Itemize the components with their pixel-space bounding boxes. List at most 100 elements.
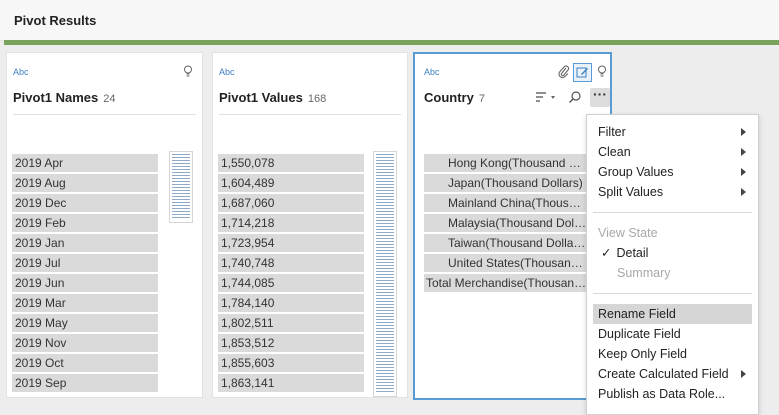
menu-item-group-values[interactable]: Group Values (587, 162, 758, 182)
more-icon: ··· (593, 86, 607, 102)
distribution-bar (376, 286, 394, 287)
value-row[interactable]: 1,723,954 (218, 234, 364, 252)
distribution-bar (376, 199, 394, 200)
distribution-bar (376, 205, 394, 206)
field-name[interactable]: Country 7 (424, 90, 485, 105)
value-row[interactable]: 2019 Jun (12, 274, 158, 292)
value-row[interactable]: 1,550,078 (218, 154, 364, 172)
distribution-bar (376, 172, 394, 173)
edit-icon[interactable] (573, 63, 592, 82)
distribution-bar (172, 193, 190, 194)
menu-item-summary[interactable]: Summary (587, 263, 758, 283)
distribution-bar (172, 205, 190, 206)
value-row[interactable]: Malaysia(Thousand Dollars) (424, 214, 587, 232)
data-type-label[interactable]: Abc (13, 67, 29, 77)
field-count: 24 (103, 93, 116, 105)
lightbulb-icon[interactable] (597, 65, 607, 78)
data-type-label[interactable]: Abc (424, 67, 440, 77)
value-row[interactable]: 1,853,512 (218, 334, 364, 352)
value-row[interactable]: 1,740,748 (218, 254, 364, 272)
distribution-bar (376, 226, 394, 227)
menu-item-clean[interactable]: Clean (587, 142, 758, 162)
distribution-bar (172, 166, 190, 167)
distribution-bar (376, 163, 394, 164)
value-row[interactable]: 2019 Aug (12, 174, 158, 192)
data-type-label[interactable]: Abc (219, 67, 235, 77)
value-row[interactable]: 2019 Sep (12, 374, 158, 392)
value-row[interactable]: 2019 Apr (12, 154, 158, 172)
value-row[interactable]: 2019 Jan (12, 234, 158, 252)
distribution-bar (376, 220, 394, 221)
field-card-pivot1-values[interactable]: Abc Pivot1 Values 168 1,550,078 1,604,489… (212, 52, 408, 398)
menu-item-create-calculated-field[interactable]: Create Calculated Field (587, 364, 758, 384)
distribution-bar (376, 244, 394, 245)
distribution-bar (376, 181, 394, 182)
distribution-bar (376, 154, 394, 155)
field-card-country[interactable]: Abc Country7 ··· Hong Kong(Thousand Doll… (413, 52, 612, 400)
menu-item-filter[interactable]: Filter (587, 122, 758, 142)
checkmark-icon: ✓ (601, 246, 612, 260)
value-row[interactable]: 1,604,489 (218, 174, 364, 192)
value-row[interactable]: Mainland China(Thousand Dollars) (424, 194, 587, 212)
distribution-bar (172, 214, 190, 215)
value-row[interactable]: 1,744,085 (218, 274, 364, 292)
value-row[interactable]: Japan(Thousand Dollars) (424, 174, 587, 192)
menu-heading-view-state: View State (598, 226, 658, 240)
field-name[interactable]: Pivot1 Names 24 (13, 90, 116, 105)
menu-item-split-values[interactable]: Split Values (587, 182, 758, 202)
value-row[interactable]: 1,714,218 (218, 214, 364, 232)
value-row[interactable]: 1,855,603 (218, 354, 364, 372)
value-row[interactable]: 2019 Nov (12, 334, 158, 352)
value-list: 2019 Apr 2019 Aug 2019 Dec 2019 Feb 2019… (12, 154, 158, 394)
value-row[interactable]: 1,863,141 (218, 374, 364, 392)
menu-item-publish-data-role[interactable]: Publish as Data Role... (587, 384, 758, 404)
distribution-bar (172, 154, 190, 155)
distribution-scrollbar[interactable] (373, 151, 397, 397)
menu-item-rename-field[interactable]: Rename Field (593, 304, 752, 324)
distribution-bar (376, 238, 394, 239)
more-options-button[interactable]: ··· (590, 86, 610, 107)
distribution-bar (376, 334, 394, 335)
distribution-bar (376, 382, 394, 383)
distribution-bar (376, 304, 394, 305)
value-row[interactable]: 1,687,060 (218, 194, 364, 212)
distribution-bar (172, 169, 190, 170)
value-row[interactable]: Total Merchandise(Thousand Dollars) (424, 274, 587, 292)
value-row[interactable]: 2019 May (12, 314, 158, 332)
step-color-bar (4, 40, 779, 45)
field-count: 168 (307, 93, 327, 105)
distribution-bar (376, 358, 394, 359)
distribution-bar (376, 349, 394, 350)
divider (219, 114, 401, 115)
lightbulb-icon[interactable] (183, 65, 193, 78)
value-row[interactable]: 2019 Dec (12, 194, 158, 212)
value-row[interactable]: 2019 Oct (12, 354, 158, 372)
distribution-bar (172, 217, 190, 218)
distribution-bar (376, 160, 394, 161)
value-row[interactable]: 1,802,511 (218, 314, 364, 332)
paperclip-icon[interactable] (558, 65, 570, 79)
distribution-bar (376, 310, 394, 311)
value-row[interactable]: 2019 Jul (12, 254, 158, 272)
value-row[interactable]: Taiwan(Thousand Dollars) (424, 234, 587, 252)
distribution-bar (376, 361, 394, 362)
value-row[interactable]: United States(Thousand Dollars) (424, 254, 587, 272)
field-card-pivot1-names[interactable]: Abc Pivot1 Names 24 2019 Apr 2019 Aug 201… (6, 52, 203, 398)
sort-icon[interactable] (535, 91, 557, 103)
distribution-scrollbar[interactable] (169, 151, 193, 223)
value-row[interactable]: 2019 Feb (12, 214, 158, 232)
value-row[interactable]: Hong Kong(Thousand Dollars) (424, 154, 587, 172)
distribution-bar (172, 187, 190, 188)
search-icon[interactable] (568, 90, 582, 104)
menu-item-duplicate-field[interactable]: Duplicate Field (587, 324, 758, 344)
menu-item-keep-only-field[interactable]: Keep Only Field (587, 344, 758, 364)
value-row[interactable]: 1,784,140 (218, 294, 364, 312)
value-list: 1,550,078 1,604,489 1,687,060 1,714,218 … (218, 154, 364, 394)
menu-item-detail[interactable]: ✓ Detail (587, 243, 758, 263)
field-count: 7 (478, 93, 485, 105)
distribution-bar (376, 274, 394, 275)
field-name[interactable]: Pivot1 Values 168 (219, 90, 326, 105)
divider (13, 114, 196, 115)
distribution-bar (376, 187, 394, 188)
value-row[interactable]: 2019 Mar (12, 294, 158, 312)
